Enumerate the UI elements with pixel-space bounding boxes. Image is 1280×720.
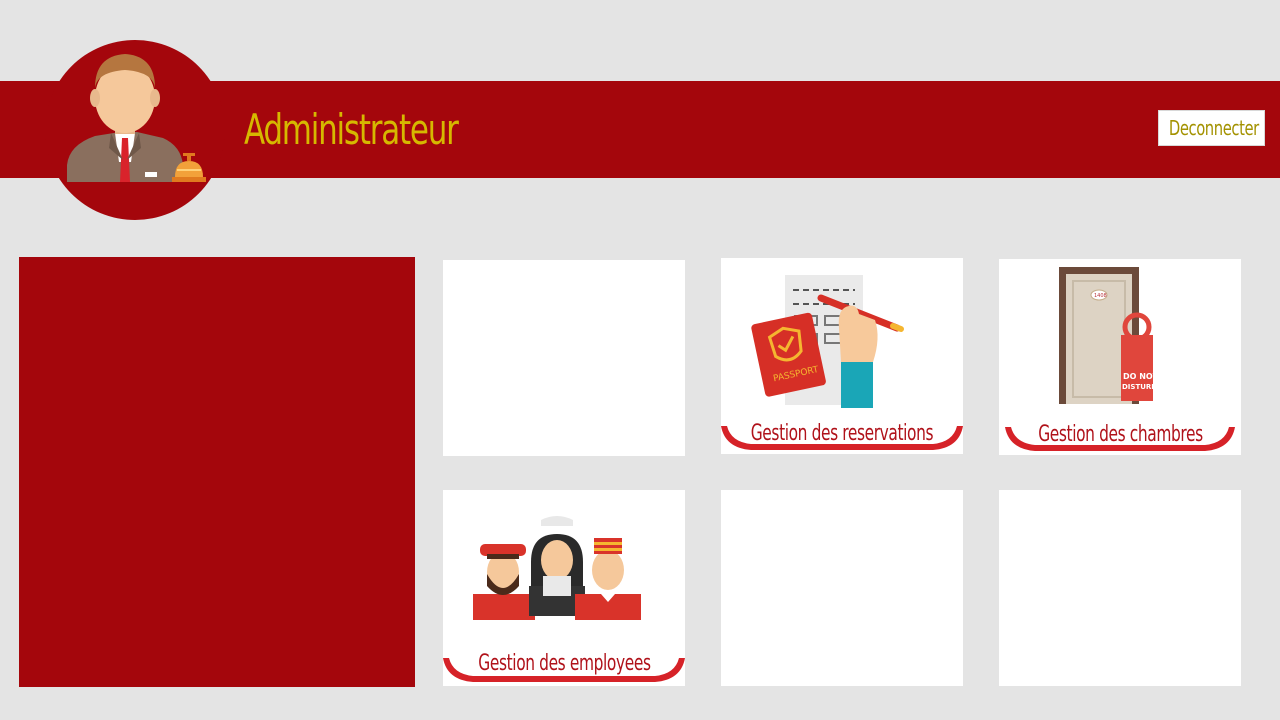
tile-rooms[interactable]: 1408 DO NOT DISTURB Gestion des chambres bbox=[999, 259, 1241, 455]
avatar bbox=[45, 40, 225, 220]
logout-button[interactable]: Deconnecter bbox=[1158, 110, 1265, 146]
receptionist-avatar-icon bbox=[67, 54, 206, 182]
room-number-text: 1408 bbox=[1094, 293, 1107, 299]
side-panel bbox=[19, 257, 415, 687]
tile-reservations[interactable]: PASSPORT Gestion des reservations bbox=[721, 258, 963, 454]
tile-reservations-label: Gestion des reservations bbox=[750, 421, 934, 446]
tile-empty-1[interactable] bbox=[443, 260, 685, 456]
tile-employees-label: Gestion des employees bbox=[477, 651, 651, 676]
tile-rooms-label: Gestion des chambres bbox=[1037, 422, 1203, 447]
hanger-line1-text: DO NOT bbox=[1123, 372, 1159, 381]
page-title: Administrateur bbox=[244, 105, 459, 154]
logout-button-label: Deconnecter bbox=[1168, 116, 1259, 140]
tile-empty-2[interactable] bbox=[721, 490, 963, 686]
hanger-line2-text: DISTURB bbox=[1122, 383, 1157, 391]
tile-employees[interactable]: Gestion des employees bbox=[443, 490, 685, 686]
tile-empty-3[interactable] bbox=[999, 490, 1241, 686]
